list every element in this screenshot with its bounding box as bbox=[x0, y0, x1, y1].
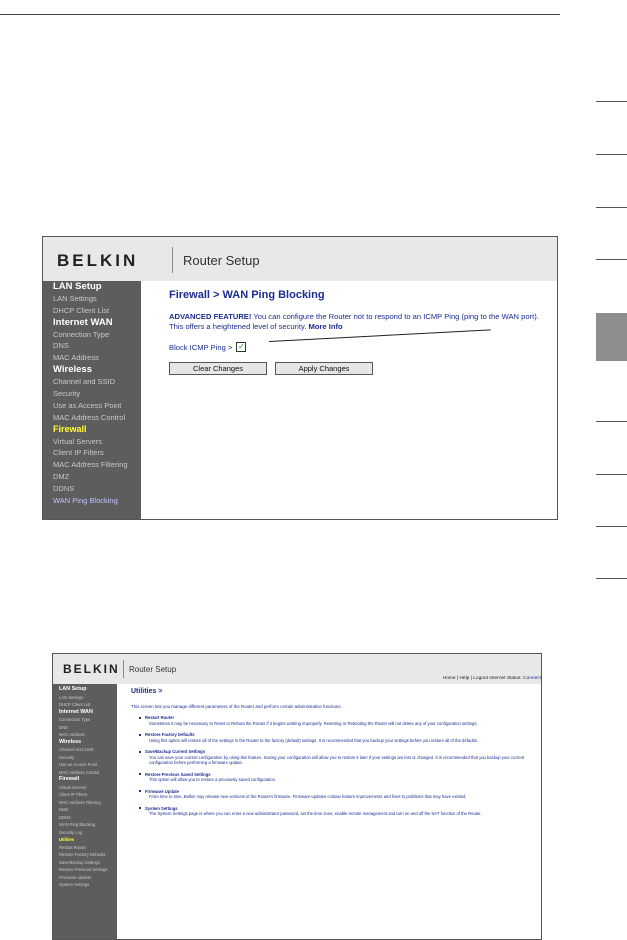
sidebar-item-use-as-access-point[interactable]: Use as Access Point bbox=[53, 761, 117, 769]
block-ping-checkbox[interactable]: ✓ bbox=[236, 342, 247, 352]
sidebar-item-client-ip-filters[interactable]: Client IP Filters bbox=[43, 447, 141, 459]
internet-status-label: Internet Status: bbox=[489, 676, 522, 681]
utility-description: You can save your current configuration … bbox=[149, 754, 525, 766]
main-content: Firewall > WAN Ping Blocking ADVANCED FE… bbox=[169, 289, 549, 375]
wan-ping-blocking-screenshot: BELKIN Router Setup LAN Setup LAN Setting… bbox=[42, 236, 558, 520]
sidebar-item-wireless: Wireless bbox=[59, 738, 82, 745]
sidebar-item-mac-address-filtering[interactable]: MAC Address Filtering bbox=[43, 459, 141, 471]
sidebar-item-security[interactable]: Security bbox=[43, 388, 141, 400]
utility-item-restore-factory-defaults: Restore Factory Defaults Using this optio… bbox=[145, 732, 531, 743]
sidebar-item-internet-wan: Internet WAN bbox=[59, 708, 93, 715]
header-separator bbox=[172, 247, 173, 273]
tab-divider bbox=[596, 101, 627, 102]
sidebar-item-system-settings[interactable]: System Settings bbox=[53, 881, 117, 889]
sidebar-item-dmz[interactable]: DMZ bbox=[43, 471, 141, 483]
more-info-link[interactable]: More Info bbox=[308, 322, 342, 331]
belkin-logo: BELKIN bbox=[63, 662, 120, 676]
sidebar-nav: LAN Setup LAN Settings DHCP Client List Int… bbox=[53, 684, 117, 939]
sidebar-item-dhcp-client-list[interactable]: DHCP Client List bbox=[53, 701, 117, 709]
active-section-tab bbox=[596, 313, 627, 361]
sidebar-item-client-ip-filters[interactable]: Client IP Filters bbox=[53, 791, 117, 799]
utility-description: The System Settings page is where you ca… bbox=[149, 811, 482, 816]
sidebar-item-internet-wan: Internet WAN bbox=[53, 316, 113, 328]
tab-divider bbox=[596, 421, 627, 422]
header-title: Router Setup bbox=[183, 253, 260, 268]
sidebar-item-lan-settings[interactable]: LAN Settings bbox=[53, 694, 117, 702]
advanced-feature-label: ADVANCED FEATURE! bbox=[169, 312, 252, 321]
utility-item-save-backup-current-settings: Save/Backup Current Settings You can save… bbox=[145, 749, 531, 766]
sidebar-item-security-log[interactable]: Security Log bbox=[53, 829, 117, 837]
apply-changes-button[interactable]: Apply Changes bbox=[275, 362, 373, 375]
utility-description: From time to time, Belkin may release ne… bbox=[149, 794, 467, 799]
internet-status-value: Connect bbox=[523, 676, 541, 681]
sidebar-item-mac-address-control[interactable]: MAC Address Control bbox=[43, 412, 141, 424]
belkin-logo: BELKIN bbox=[57, 251, 139, 270]
utility-item-firmware-update: Firmware Update From time to time, Belkin… bbox=[145, 789, 531, 800]
header-bar: BELKIN Router Setup Home | Help | Logout… bbox=[53, 654, 541, 684]
sidebar-item-dns[interactable]: DNS bbox=[53, 724, 117, 732]
sidebar-item-ddns[interactable]: DDNS bbox=[43, 483, 141, 495]
header-bar: BELKIN Router Setup bbox=[43, 237, 557, 281]
utility-description: Using this option will restore all of th… bbox=[149, 737, 478, 743]
sidebar-item-restore-factory-defaults[interactable]: Restore Factory Defaults bbox=[53, 851, 117, 859]
sidebar-item-channel-and-ssid[interactable]: Channel and SSID bbox=[43, 376, 141, 388]
sidebar-item-connection-type[interactable]: Connection Type bbox=[43, 329, 141, 341]
clear-changes-button[interactable]: Clear Changes bbox=[169, 362, 267, 375]
sidebar-item-mac-address-control[interactable]: MAC Address Control bbox=[53, 769, 117, 777]
sidebar-item-utilities[interactable]: Utilities bbox=[53, 836, 117, 844]
sidebar-item-security[interactable]: Security bbox=[53, 754, 117, 762]
top-rule bbox=[0, 14, 560, 15]
sidebar-nav: LAN Setup LAN Settings DHCP Client List Int… bbox=[43, 281, 141, 519]
utility-description: Sometimes it may be necessary to Reset o… bbox=[149, 720, 478, 726]
utility-item-system-settings: System Settings The System Settings page … bbox=[145, 806, 531, 817]
top-links: Home | Help | Logout Internet Status: Co… bbox=[443, 676, 541, 681]
sidebar-item-dhcp-client-list[interactable]: DHCP Client List bbox=[43, 305, 141, 317]
header-title: Router Setup bbox=[129, 665, 177, 674]
sidebar-item-mac-address[interactable]: MAC Address bbox=[43, 352, 141, 364]
sidebar-item-lan-setup: LAN Setup bbox=[59, 686, 87, 692]
sidebar-item-lan-settings[interactable]: LAN Settings bbox=[43, 293, 141, 305]
sidebar-item-ddns[interactable]: DDNS bbox=[53, 814, 117, 822]
sidebar-item-restart-router[interactable]: Restart Router bbox=[53, 844, 117, 852]
sidebar-item-virtual-servers[interactable]: Virtual Servers bbox=[53, 784, 117, 792]
main-content: Utilities > This screen lets you manage … bbox=[131, 688, 531, 817]
feature-description: ADVANCED FEATURE! You can configure the … bbox=[169, 312, 549, 332]
sidebar-item-firmware-update[interactable]: Firmware Update bbox=[53, 874, 117, 882]
block-ping-label: Block ICMP Ping > bbox=[169, 342, 233, 352]
button-row: Clear Changes Apply Changes bbox=[169, 362, 549, 375]
sidebar-item-mac-address[interactable]: MAC Address bbox=[53, 731, 117, 739]
home-help-logout-links[interactable]: Home | Help | Logout bbox=[443, 676, 488, 681]
sidebar-item-firewall: Firewall bbox=[59, 776, 80, 782]
page-heading: Utilities > bbox=[131, 688, 163, 695]
sidebar-item-virtual-servers[interactable]: Virtual Servers bbox=[43, 436, 141, 448]
sidebar-item-channel-and-ssid[interactable]: Channel and SSID bbox=[53, 746, 117, 754]
sidebar-item-wan-ping-blocking[interactable]: WAN Ping Blocking bbox=[43, 495, 141, 507]
sidebar-item-dmz[interactable]: DMZ bbox=[53, 806, 117, 814]
sidebar-item-wan-ping-blocking[interactable]: WAN Ping Blocking bbox=[53, 821, 117, 829]
sidebar-item-restore-previous-settings[interactable]: Restore Previous Settings bbox=[53, 866, 117, 874]
sidebar-item-connection-type[interactable]: Connection Type bbox=[53, 716, 117, 724]
sidebar-item-use-as-access-point[interactable]: Use as Access Point bbox=[43, 400, 141, 412]
sidebar-item-wireless: Wireless bbox=[53, 364, 92, 376]
tab-divider bbox=[596, 474, 627, 475]
intro-text: This screen lets you manage different pa… bbox=[131, 704, 342, 709]
tab-divider bbox=[596, 526, 627, 527]
tab-divider bbox=[596, 259, 627, 260]
sidebar-item-save-backup-settings[interactable]: Save/Backup Settings bbox=[53, 859, 117, 867]
utilities-screenshot: BELKIN Router Setup Home | Help | Logout… bbox=[52, 653, 542, 940]
block-ping-row: Block ICMP Ping > ✓ bbox=[169, 342, 549, 352]
sidebar-item-dns[interactable]: DNS bbox=[43, 340, 141, 352]
side-tabs bbox=[596, 0, 627, 939]
page-heading: Firewall > WAN Ping Blocking bbox=[169, 289, 325, 301]
utility-item-restart-router: Restart Router Sometimes it may be necess… bbox=[145, 715, 531, 726]
tab-divider bbox=[596, 207, 627, 208]
sidebar-item-mac-address-filtering[interactable]: MAC Address Filtering bbox=[53, 799, 117, 807]
tab-divider bbox=[596, 578, 627, 579]
utility-item-restore-previous-saved-settings: Restore Previous Saved Settings This opti… bbox=[145, 772, 531, 783]
utility-description: This option will allow you to restore a … bbox=[149, 777, 277, 782]
tab-divider bbox=[596, 154, 627, 155]
header-separator bbox=[123, 660, 124, 678]
sidebar-item-firewall[interactable]: Firewall bbox=[43, 424, 141, 436]
sidebar-item-lan-setup: LAN Setup bbox=[53, 281, 102, 292]
